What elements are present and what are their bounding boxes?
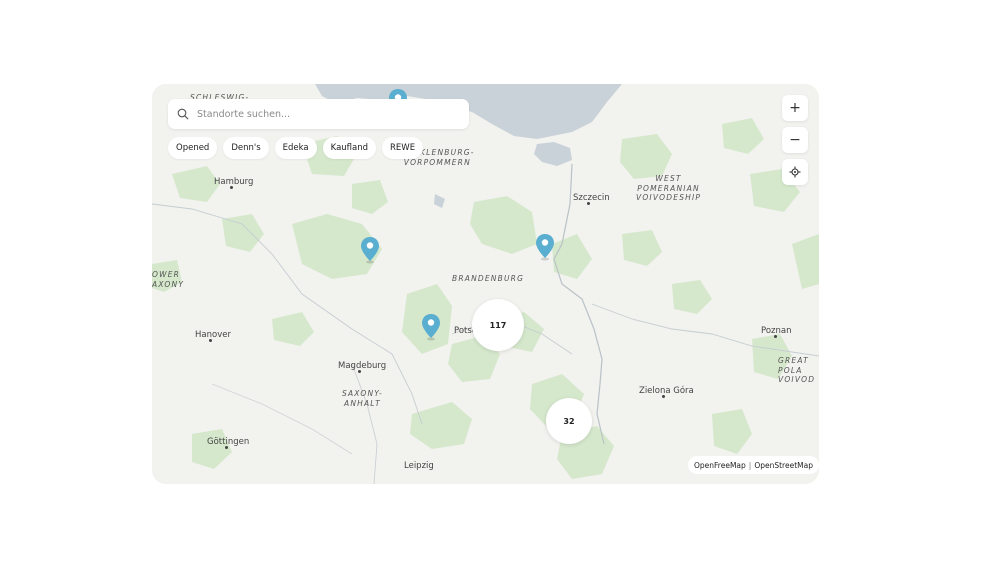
region-label-brandenburg: BRANDENBURG — [452, 274, 525, 283]
city-label-hanover: Hanover — [195, 330, 231, 340]
search-input[interactable] — [195, 107, 459, 121]
map[interactable]: SCHLESWIG- MECKLENBURG- VORPOMMERN WEST … — [152, 84, 819, 484]
map-pin-icon — [361, 237, 379, 264]
city-label-magdeburg: Magdeburg — [338, 361, 387, 371]
city-label-hamburg: Hamburg — [214, 177, 254, 187]
city-label-zielona-gora: Zielona Góra — [639, 386, 694, 396]
zoom-out-button[interactable]: − — [782, 127, 808, 153]
filter-chips: Opened Denn's Edeka Kaufland REWE — [168, 137, 424, 159]
filter-chip-denns[interactable]: Denn's — [223, 137, 269, 159]
attribution-separator: | — [748, 460, 752, 470]
region-label-west-pomeranian: WEST POMERANIAN VOIVODESHIP — [636, 174, 702, 202]
location-pin[interactable] — [421, 313, 441, 341]
zoom-in-button[interactable]: + — [782, 95, 808, 121]
cluster-marker[interactable]: 117 — [472, 299, 524, 351]
attribution-openstreetmap-link[interactable]: OpenStreetMap — [754, 461, 813, 470]
city-label-gottingen: Göttingen — [207, 437, 250, 447]
region-label-saxony-anhalt: SAXONY- ANHALT — [342, 389, 383, 408]
search-bar[interactable] — [168, 99, 469, 129]
filter-chip-edeka[interactable]: Edeka — [274, 137, 317, 159]
city-label-poznan: Poznan — [761, 326, 792, 336]
map-attribution: OpenFreeMap | OpenStreetMap — [688, 456, 819, 474]
location-pin[interactable] — [360, 236, 380, 264]
map-pin-icon — [422, 314, 440, 341]
minus-icon: − — [789, 132, 801, 148]
filter-chip-rewe[interactable]: REWE — [382, 137, 424, 159]
filter-chip-opened[interactable]: Opened — [168, 137, 218, 159]
search-icon — [177, 108, 189, 120]
filter-chip-kaufland[interactable]: Kaufland — [322, 137, 377, 159]
region-label-lower-saxony: OWER AXONY — [152, 270, 185, 289]
city-label-leipzig: Leipzig — [404, 461, 434, 471]
locate-button[interactable] — [782, 159, 808, 185]
cluster-marker[interactable]: 32 — [546, 398, 592, 444]
map-pin-icon — [536, 234, 554, 261]
region-label-greater-poland: GREAT POLA VOIVOD — [778, 356, 816, 384]
plus-icon: + — [789, 100, 801, 116]
city-label-szczecin: Szczecin — [573, 193, 610, 203]
location-pin[interactable] — [535, 233, 555, 261]
attribution-openfreemap-link[interactable]: OpenFreeMap — [694, 461, 746, 470]
crosshair-icon — [789, 166, 801, 178]
